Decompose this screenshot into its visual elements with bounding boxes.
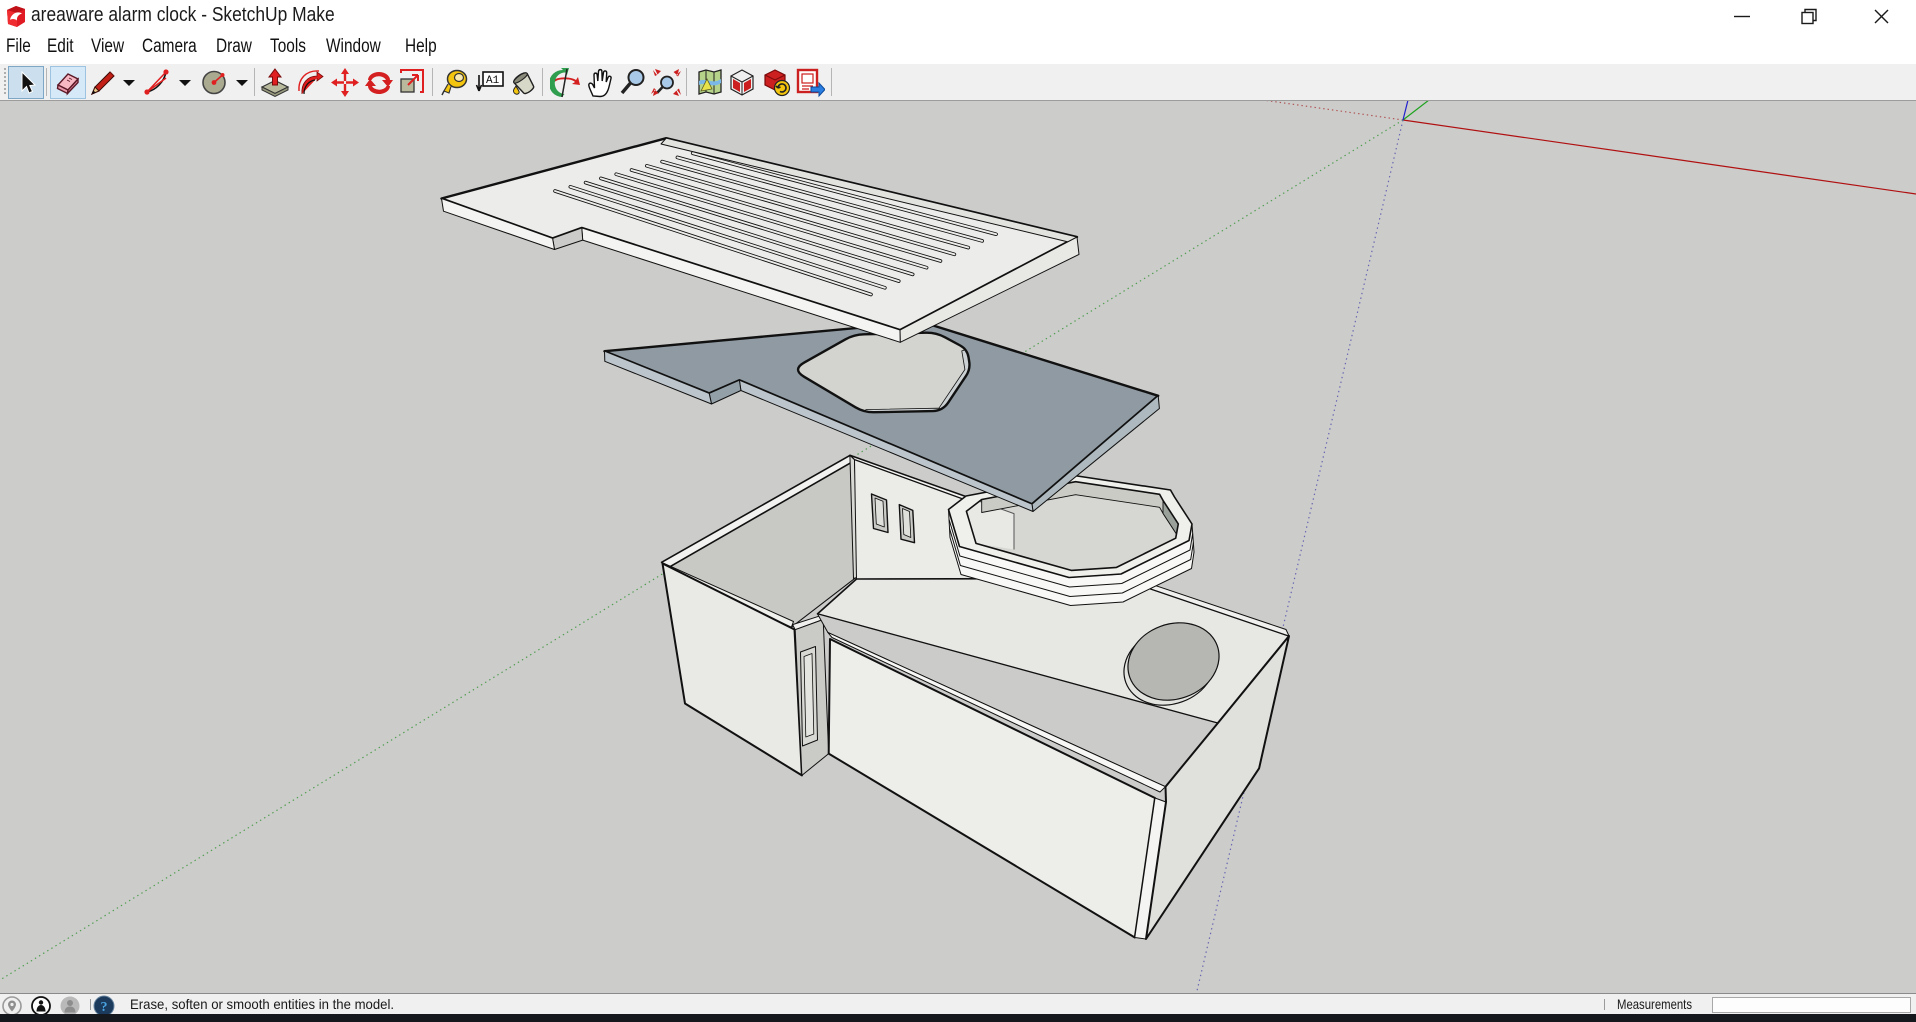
svg-text:A1: A1	[486, 75, 500, 87]
svg-text:?: ?	[101, 1000, 108, 1015]
